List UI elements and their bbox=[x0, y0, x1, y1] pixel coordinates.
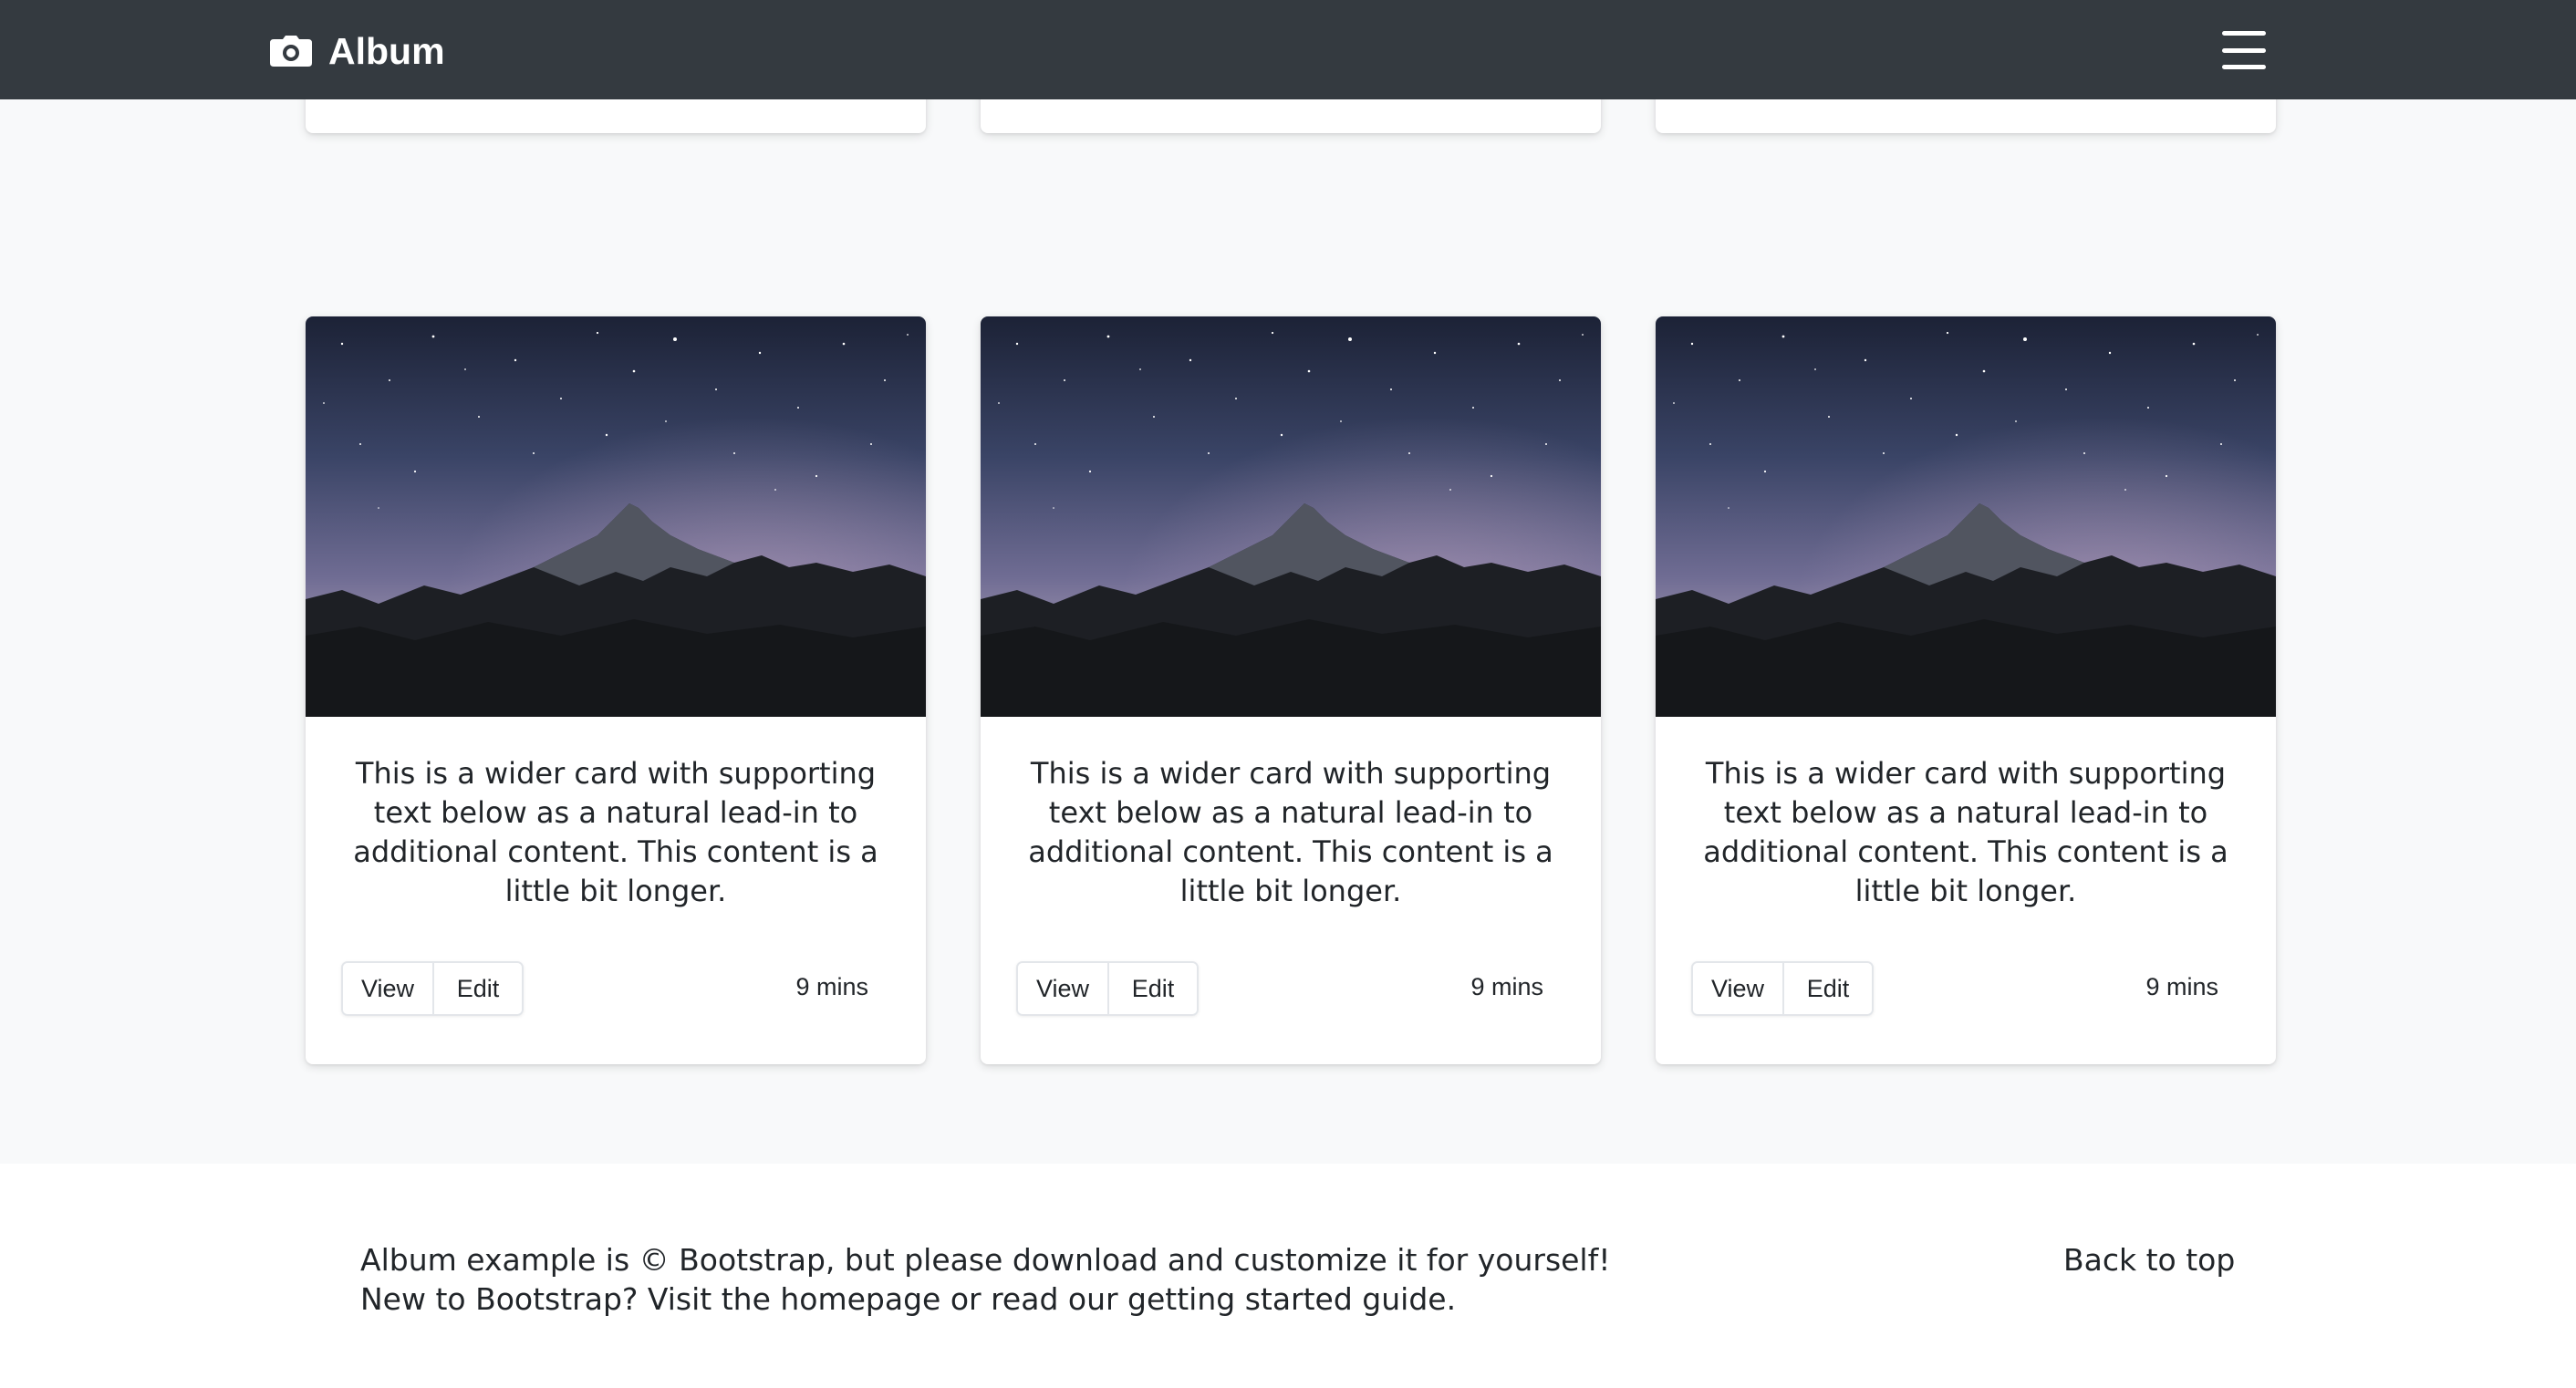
footer-copyright-line: Album example is © Bootstrap, but please… bbox=[360, 1242, 1611, 1278]
edit-button[interactable]: Edit bbox=[1107, 963, 1197, 1014]
back-to-top-link[interactable]: Back to top bbox=[2063, 1240, 2235, 1279]
view-button[interactable]: View bbox=[1018, 963, 1107, 1014]
album-card: This is a wider card with supporting tex… bbox=[1656, 316, 2276, 1064]
brand-label: Album bbox=[328, 29, 445, 72]
footer-text: Album example is © Bootstrap, but please… bbox=[360, 1240, 1610, 1319]
navbar-toggler-button[interactable] bbox=[2218, 27, 2270, 73]
brand-link[interactable]: Album bbox=[270, 26, 445, 77]
card-time: 9 mins bbox=[795, 973, 868, 1000]
card-button-group: View Edit bbox=[1016, 961, 1199, 1016]
card-thumbnail-image bbox=[1656, 316, 2276, 717]
card-time: 9 mins bbox=[1470, 973, 1543, 1000]
card-button-group: View Edit bbox=[1691, 961, 1874, 1016]
card-thumbnail-image bbox=[306, 316, 926, 717]
page-footer: Album example is © Bootstrap, but please… bbox=[0, 1164, 2576, 1388]
edit-button[interactable]: Edit bbox=[432, 963, 522, 1014]
card-text: This is a wider card with supporting tex… bbox=[1028, 756, 1553, 908]
card-time: 9 mins bbox=[2145, 973, 2218, 1000]
camera-icon bbox=[270, 36, 312, 67]
view-button[interactable]: View bbox=[1693, 963, 1782, 1014]
album-card: This is a wider card with supporting tex… bbox=[306, 316, 926, 1064]
top-navbar: Album bbox=[0, 0, 2576, 99]
card-button-group: View Edit bbox=[341, 961, 524, 1016]
hamburger-menu-icon bbox=[2222, 31, 2266, 36]
footer-help-line: New to Bootstrap? Visit the homepage or … bbox=[360, 1281, 1457, 1317]
view-button[interactable]: View bbox=[343, 963, 432, 1014]
edit-button[interactable]: Edit bbox=[1782, 963, 1872, 1014]
album-card: This is a wider card with supporting tex… bbox=[981, 316, 1601, 1064]
card-thumbnail-image bbox=[981, 316, 1601, 717]
card-text: This is a wider card with supporting tex… bbox=[353, 756, 878, 908]
card-text: This is a wider card with supporting tex… bbox=[1703, 756, 2228, 908]
